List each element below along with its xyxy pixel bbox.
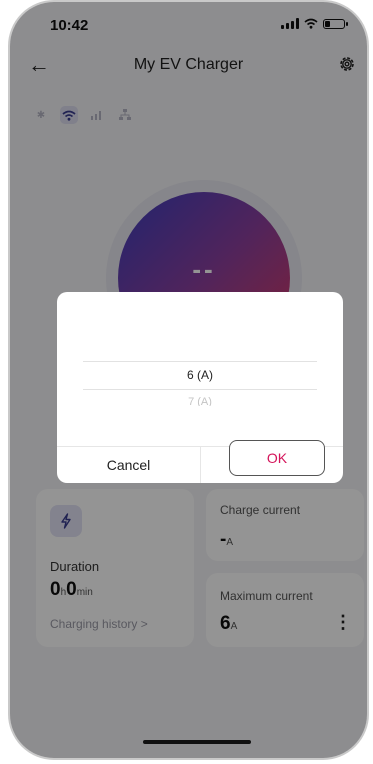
picker-option[interactable]: 7 (A): [57, 396, 343, 406]
cancel-button[interactable]: Cancel: [57, 447, 200, 483]
button-divider: [200, 446, 201, 483]
picker-divider-bottom: [83, 389, 317, 390]
current-picker-dialog: 6 (A) 7 (A) Cancel OK: [57, 292, 343, 483]
home-indicator: [143, 740, 251, 744]
picker-divider-top: [83, 361, 317, 362]
picker-selected-option[interactable]: 6 (A): [57, 368, 343, 382]
phone-screen: 10:42 ← My EV Charger ✱ -- Duration 0h0m…: [8, 0, 369, 760]
ok-button[interactable]: OK: [229, 440, 325, 476]
